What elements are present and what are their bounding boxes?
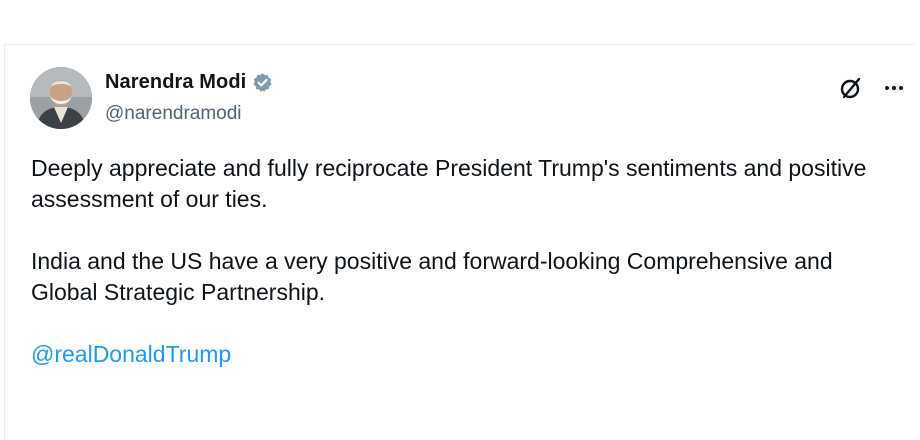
- author-name[interactable]: Narendra Modi: [105, 71, 246, 94]
- author-name-row: Narendra Modi: [105, 71, 273, 94]
- tweet-paragraph-1: Deeply appreciate and fully reciprocate …: [31, 155, 867, 212]
- mention-link[interactable]: @realDonaldTrump: [31, 339, 231, 370]
- author-handle[interactable]: @narendramodi: [105, 103, 242, 125]
- avatar[interactable]: [30, 67, 92, 129]
- more-options-icon[interactable]: [881, 75, 907, 101]
- verified-badge-icon: [252, 72, 273, 93]
- tweet-paragraph-2: India and the US have a very positive an…: [31, 248, 833, 305]
- grok-icon[interactable]: [838, 75, 864, 101]
- tweet-card[interactable]: Narendra Modi @narendramodi Deeply appre…: [4, 44, 915, 440]
- avatar-photo: [30, 67, 92, 129]
- tweet-text: Deeply appreciate and fully reciprocate …: [31, 153, 901, 370]
